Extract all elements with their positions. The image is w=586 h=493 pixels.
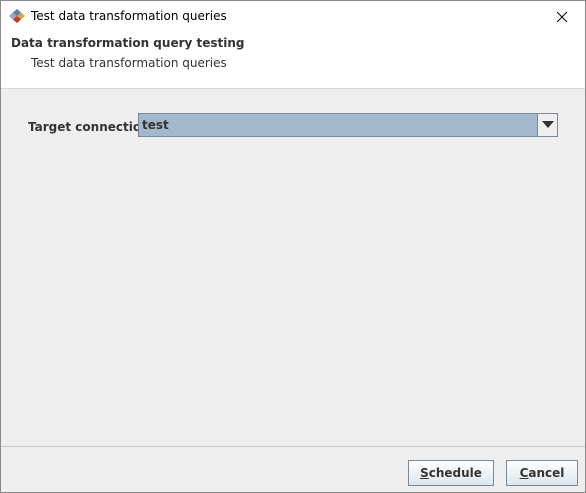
schedule-button[interactable]: Schedule [408,460,494,486]
header-title: Data transformation query testing [11,36,245,50]
cancel-button[interactable]: Cancel [506,460,578,486]
combobox-arrow-button[interactable] [537,114,557,136]
cancel-mnemonic: C [519,466,529,480]
chevron-down-icon [541,121,554,128]
close-button[interactable] [539,1,585,32]
close-icon [556,11,568,22]
target-connection-label: Target connection: [28,120,155,134]
target-connection-value: test [142,118,169,132]
schedule-mnemonic: S [420,466,429,480]
dialog-content: Target connection: test [1,90,585,446]
header-subtitle: Test data transformation queries [31,56,227,70]
schedule-label: chedule [428,466,482,480]
app-logo-icon [8,8,26,24]
target-connection-combobox[interactable]: test [138,113,558,137]
dialog-window: Test data transformation queries Data tr… [0,0,586,493]
window-title: Test data transformation queries [31,9,227,23]
title-bar[interactable]: Test data transformation queries [1,1,585,32]
cancel-label: ancel [528,466,565,480]
footer-separator [1,446,585,447]
dialog-header: Data transformation query testing Test d… [1,32,585,89]
